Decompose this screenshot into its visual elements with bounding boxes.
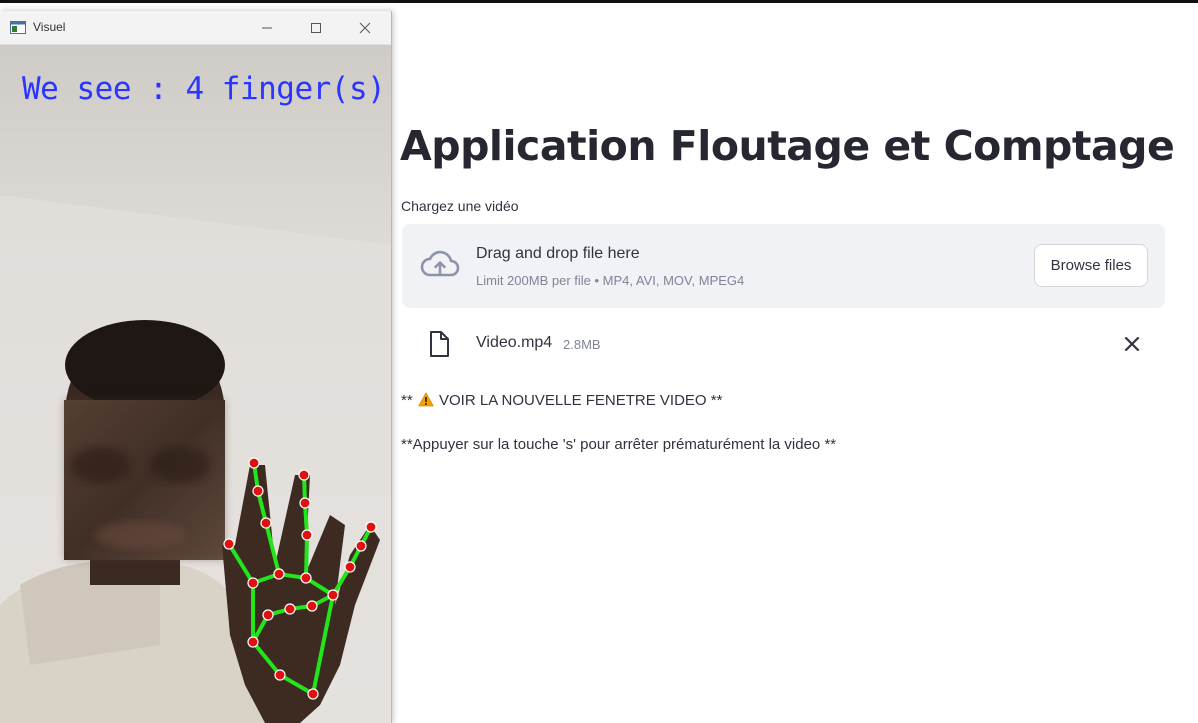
cloud-upload-icon xyxy=(420,250,460,277)
file-size: 2.8MB xyxy=(563,337,601,352)
window-title: Visuel xyxy=(33,20,66,34)
file-name: Video.mp4 xyxy=(476,334,553,351)
dropzone-instructions: Drag and drop file here xyxy=(476,245,640,262)
browse-files-button[interactable]: Browse files xyxy=(1034,244,1148,287)
file-dropzone[interactable]: Drag and drop file here Limit 200MB per … xyxy=(402,224,1165,308)
finger-count-overlay: We see : 4 finger(s) xyxy=(22,71,386,107)
maximize-button[interactable] xyxy=(292,11,340,44)
window-close-icon xyxy=(359,22,371,34)
uploaded-file-row: Video.mp4 2.8MB xyxy=(402,326,1165,362)
warning-prefix: ** xyxy=(401,392,417,409)
video-window: Visuel We see: 4 finger(s) xyxy=(0,11,392,723)
close-icon[interactable] xyxy=(1119,330,1145,358)
blurred-face xyxy=(64,400,225,560)
warning-text: VOIR LA NOUVELLE FENETRE VIDEO ** xyxy=(434,392,723,409)
window-close-button[interactable] xyxy=(341,11,389,44)
window-titlebar[interactable]: Visuel xyxy=(0,11,391,45)
stop-instruction: **Appuyer sur la touche 's' pour arrêter… xyxy=(401,436,837,453)
warning-message: ** VOIR LA NOUVELLE FENETRE VIDEO ** xyxy=(401,392,722,409)
uploader-label: Chargez une vidéo xyxy=(401,198,519,214)
warning-icon xyxy=(418,392,434,407)
video-frame xyxy=(0,45,391,723)
maximize-icon xyxy=(311,23,321,33)
dropzone-limit: Limit 200MB per file • MP4, AVI, MOV, MP… xyxy=(476,273,745,288)
window-app-icon xyxy=(10,21,26,34)
remove-file-x-icon xyxy=(1124,336,1140,352)
file-icon xyxy=(430,331,449,357)
minimize-icon xyxy=(262,27,272,29)
minimize-button[interactable] xyxy=(243,11,291,44)
page-title: Application Floutage et Comptage xyxy=(400,122,1175,170)
screen-top-edge xyxy=(0,0,1198,3)
